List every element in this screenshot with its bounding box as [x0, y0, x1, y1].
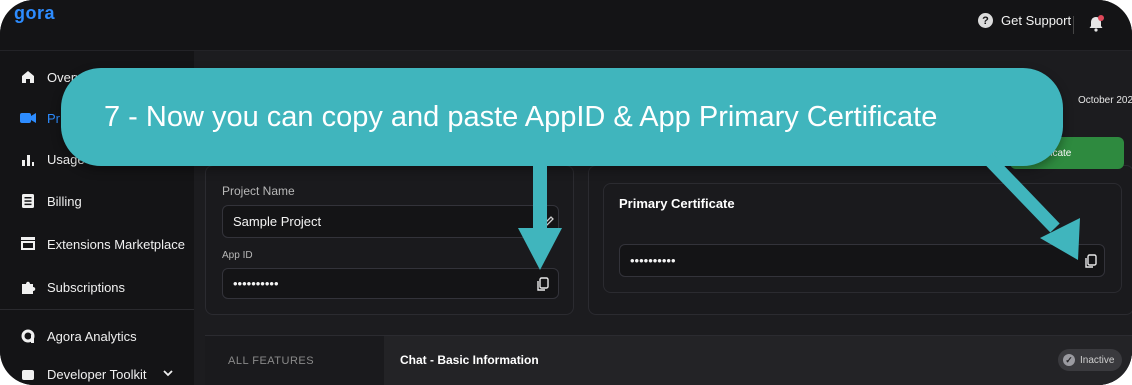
- video-icon: [20, 110, 36, 126]
- toolkit-icon: [20, 366, 36, 382]
- sidebar-item-label: Extensions Marketplace: [47, 236, 186, 252]
- get-support-label: Get Support: [1001, 13, 1072, 28]
- get-support-button[interactable]: ? Get Support: [978, 13, 1071, 28]
- agora-logo[interactable]: gora: [14, 3, 55, 24]
- app-id-label: App ID: [222, 250, 253, 261]
- created-date: October 202: [1078, 95, 1132, 106]
- app-window: gora ? Get Support Overvi Pr Usage Billi…: [0, 0, 1132, 385]
- chevron-down-icon[interactable]: [162, 367, 174, 382]
- help-icon: ?: [978, 13, 993, 28]
- sidebar-item-label: Agora Analytics: [47, 328, 137, 344]
- primary-certificate-value: ••••••••••: [630, 253, 676, 268]
- sidebar-item-label: Pr: [47, 110, 60, 126]
- app-id-value: ••••••••••: [233, 276, 279, 291]
- sidebar-item-subscriptions[interactable]: Subscriptions: [0, 267, 194, 307]
- sidebar-divider: [0, 309, 194, 310]
- sidebar-item-label: Subscriptions: [47, 279, 126, 295]
- sidebar-item-agora-analytics[interactable]: Agora Analytics: [0, 316, 194, 356]
- project-name-value: Sample Project: [233, 214, 322, 229]
- all-features-label[interactable]: ALL FEATURES: [228, 355, 314, 367]
- topbar-divider: [1073, 16, 1074, 34]
- notification-bell-icon[interactable]: [1086, 14, 1106, 39]
- copy-app-id-icon[interactable]: [536, 277, 550, 291]
- project-name-field[interactable]: Sample Project: [222, 205, 559, 238]
- sidebar-item-label: Billing: [47, 193, 82, 209]
- store-icon: [20, 236, 36, 252]
- primary-certificate-field[interactable]: ••••••••••: [619, 244, 1105, 277]
- primary-certificate-title: Primary Certificate: [619, 196, 735, 211]
- home-icon: [20, 69, 36, 85]
- check-icon: ✓: [1063, 354, 1075, 366]
- chat-info-title: Chat - Basic Information: [400, 353, 539, 367]
- status-label: Inactive: [1080, 354, 1115, 366]
- sidebar-item-billing[interactable]: Billing: [0, 181, 194, 221]
- top-bar: gora ? Get Support: [0, 0, 1132, 51]
- bar-chart-icon: [20, 151, 36, 167]
- annotation-text: 7 - Now you can copy and paste AppID & A…: [104, 100, 938, 133]
- copy-certificate-icon[interactable]: [1084, 254, 1098, 268]
- edit-icon[interactable]: [543, 214, 557, 228]
- project-name-label: Project Name: [222, 184, 295, 198]
- app-id-field[interactable]: ••••••••••: [222, 268, 559, 299]
- agora-icon: [20, 328, 36, 344]
- puzzle-icon: [20, 279, 36, 295]
- annotation-banner: 7 - Now you can copy and paste AppID & A…: [61, 68, 1063, 166]
- sidebar-item-developer-toolkit[interactable]: Developer Toolkit: [0, 354, 194, 385]
- status-badge: ✓ Inactive: [1058, 349, 1122, 371]
- sidebar-item-label: Developer Toolkit: [47, 366, 147, 382]
- document-icon: [20, 193, 36, 209]
- sidebar-item-extensions-marketplace[interactable]: Extensions Marketplace: [0, 224, 194, 264]
